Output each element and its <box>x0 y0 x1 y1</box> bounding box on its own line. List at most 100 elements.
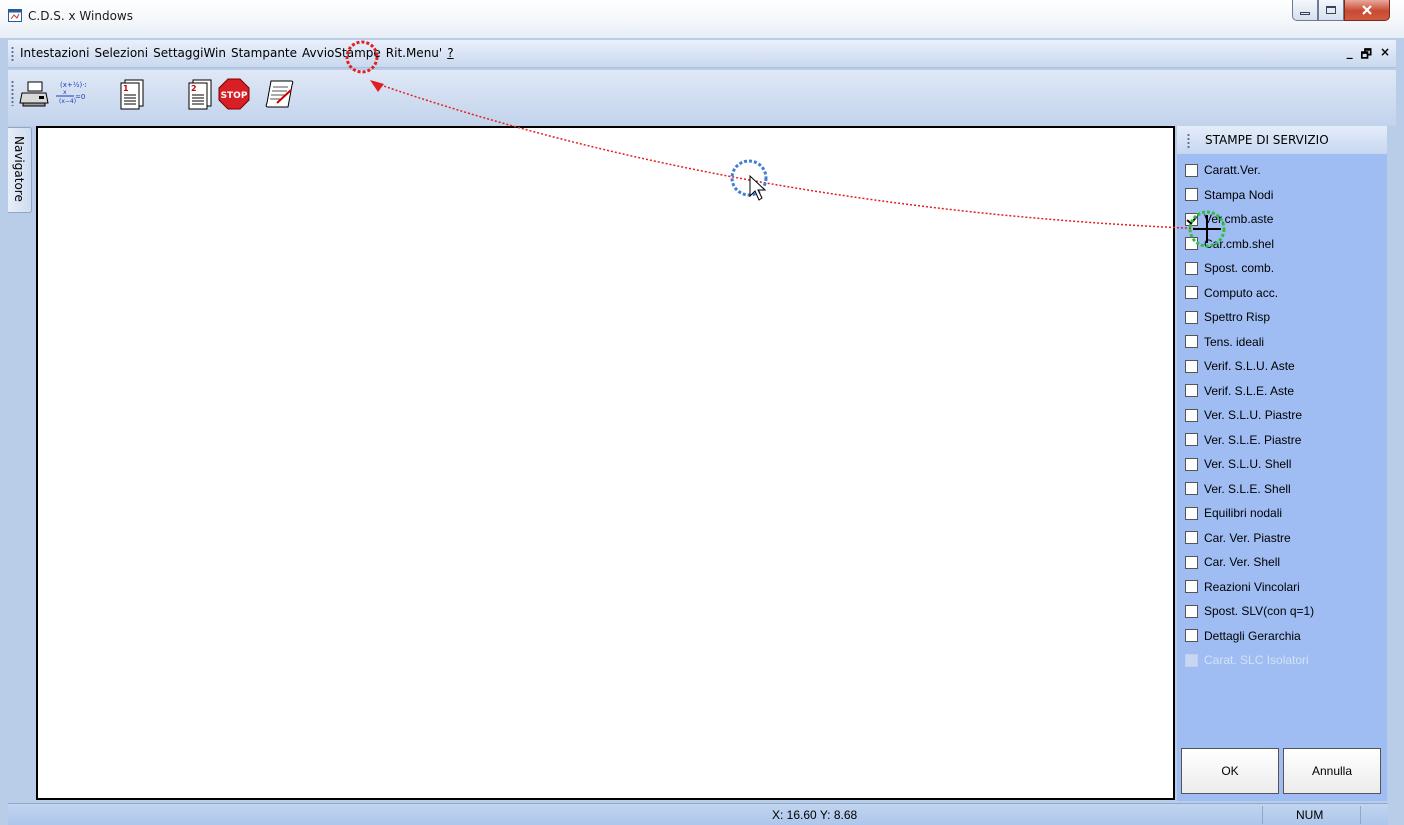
print-option-item[interactable]: Stampa Nodi <box>1185 183 1314 208</box>
checkbox[interactable] <box>1185 433 1198 447</box>
ok-button[interactable]: OK <box>1181 748 1279 794</box>
toolbar: (x+½)·x² x (x−4) =0 1 2 STOP <box>8 70 1396 126</box>
checkbox[interactable] <box>1185 384 1198 398</box>
print-button[interactable] <box>18 76 50 112</box>
checkbox[interactable] <box>1185 286 1198 300</box>
print-option-item[interactable]: Verif. S.L.E. Aste <box>1185 379 1314 404</box>
drawing-canvas[interactable] <box>36 126 1175 800</box>
maximize-button[interactable] <box>1318 0 1344 21</box>
checkbox[interactable] <box>1185 531 1198 545</box>
menu-avviostampe[interactable]: AvvioStampe <box>302 46 381 60</box>
checkbox[interactable] <box>1185 359 1198 373</box>
maximize-icon <box>1326 6 1336 14</box>
print-option-item[interactable]: Equilibri nodali <box>1185 501 1314 526</box>
print-option-item[interactable]: Ver. S.L.E. Shell <box>1185 477 1314 502</box>
print-option-label: Carat. SLC Isolatori <box>1204 653 1309 668</box>
mdi-restore-button[interactable]: 🗗 <box>1361 45 1372 66</box>
formula-icon: (x+½)·x² x (x−4) =0 <box>56 81 86 105</box>
mdi-close-button[interactable]: × <box>1380 45 1390 66</box>
checkbox[interactable] <box>1185 629 1198 643</box>
menu-selezioni[interactable]: Selezioni <box>94 46 148 60</box>
svg-text:STOP: STOP <box>221 91 248 101</box>
stop-icon: STOP <box>218 78 250 110</box>
print-option-item[interactable]: Ver. S.L.U. Shell <box>1185 452 1314 477</box>
print-option-item[interactable]: Ver.cmb.aste <box>1185 207 1314 232</box>
checkbox[interactable] <box>1185 237 1198 251</box>
print-options-list: Caratt.Ver. Stampa Nodi Ver.cmb.aste Car.cm… <box>1185 158 1314 673</box>
page-2-icon: 2 <box>188 79 212 110</box>
printer-icon <box>19 81 49 107</box>
print-option-item[interactable]: Car.cmb.shel <box>1185 232 1314 257</box>
page-1-icon: 1 <box>120 79 144 110</box>
checkbox[interactable] <box>1185 555 1198 569</box>
cursor-coordinates: X: 16.60 Y: 8.68 <box>772 808 858 822</box>
menu-help[interactable]: ? <box>447 46 453 60</box>
print-option-label: Equilibri nodali <box>1204 506 1283 521</box>
checkbox[interactable] <box>1185 482 1198 496</box>
menu-bar: Intestazioni Selezioni SettaggiWin Stamp… <box>8 40 1396 68</box>
svg-text:2: 2 <box>191 84 197 93</box>
checkbox[interactable] <box>1185 506 1198 520</box>
checkbox[interactable] <box>1185 580 1198 594</box>
checkbox[interactable] <box>1185 335 1198 349</box>
navigator-tab[interactable]: Navigatore <box>8 127 32 213</box>
checkbox[interactable] <box>1185 408 1198 422</box>
print-option-label: Verif. S.L.E. Aste <box>1204 383 1295 398</box>
status-separator <box>1262 806 1263 824</box>
checkbox[interactable] <box>1185 212 1198 226</box>
print-option-item[interactable]: Caratt.Ver. <box>1185 158 1314 183</box>
print-option-label: Spost. comb. <box>1204 261 1275 276</box>
menu-rit-menu[interactable]: Rit.Menu' <box>386 46 442 60</box>
checkbox[interactable] <box>1185 163 1198 177</box>
checkbox[interactable] <box>1185 261 1198 275</box>
print-option-item[interactable]: Spost. SLV(con q=1) <box>1185 599 1314 624</box>
menubar-grip[interactable] <box>11 46 14 62</box>
menu-stampante[interactable]: Stampante <box>231 46 297 60</box>
stop-button[interactable]: STOP <box>218 76 250 112</box>
page-1-button[interactable]: 1 <box>116 76 148 112</box>
print-option-item[interactable]: Spost. comb. <box>1185 256 1314 281</box>
print-option-item[interactable]: Dettagli Gerarchia <box>1185 624 1314 649</box>
checkbox[interactable] <box>1185 604 1198 618</box>
formula-button[interactable]: (x+½)·x² x (x−4) =0 <box>54 76 86 112</box>
panel-header: STAMPE DI SERVIZIO <box>1177 126 1387 154</box>
scroll-edit-button[interactable] <box>264 76 296 112</box>
panel-grip[interactable] <box>1187 133 1190 149</box>
window-title-bar: C.D.S. x Windows <box>0 0 1404 38</box>
minimize-button[interactable] <box>1292 0 1318 21</box>
menu-settaggiwin[interactable]: SettaggiWin <box>153 46 226 60</box>
mdi-minimize-button[interactable]: _ <box>1347 45 1353 66</box>
checkbox[interactable] <box>1185 457 1198 471</box>
print-option-item[interactable]: Spettro Risp <box>1185 305 1314 330</box>
print-option-label: Spost. SLV(con q=1) <box>1204 604 1315 619</box>
checkbox[interactable] <box>1185 188 1198 202</box>
print-option-item[interactable]: Verif. S.L.U. Aste <box>1185 354 1314 379</box>
print-option-item[interactable]: Car. Ver. Shell <box>1185 550 1314 575</box>
print-option-item[interactable]: Ver. S.L.U. Piastre <box>1185 403 1314 428</box>
print-option-label: Reazioni Vincolari <box>1204 579 1300 594</box>
svg-text:=0: =0 <box>75 93 85 101</box>
print-option-item[interactable]: Computo acc. <box>1185 281 1314 306</box>
close-button[interactable] <box>1344 0 1390 21</box>
print-option-item[interactable]: Car. Ver. Piastre <box>1185 526 1314 551</box>
menu-intestazioni[interactable]: Intestazioni <box>20 46 89 60</box>
print-option-item[interactable]: Tens. ideali <box>1185 330 1314 355</box>
page-2-button[interactable]: 2 <box>184 76 216 112</box>
navigator-label: Navigatore <box>12 136 26 202</box>
print-option-label: Spettro Risp <box>1204 310 1271 325</box>
print-option-item[interactable]: Reazioni Vincolari <box>1185 575 1314 600</box>
print-option-label: Ver. S.L.U. Shell <box>1204 457 1292 472</box>
scroll-edit-icon <box>265 80 294 108</box>
window-title: C.D.S. x Windows <box>28 9 133 23</box>
checkbox[interactable] <box>1185 310 1198 324</box>
app-window-icon <box>8 9 22 22</box>
print-option-label: Ver. S.L.U. Piastre <box>1204 408 1303 423</box>
print-option-item: Carat. SLC Isolatori <box>1185 648 1314 673</box>
print-option-item[interactable]: Ver. S.L.E. Piastre <box>1185 428 1314 453</box>
svg-text:(x−4): (x−4) <box>59 98 76 105</box>
toolbar-grip[interactable] <box>11 80 14 106</box>
print-option-label: Dettagli Gerarchia <box>1204 628 1301 643</box>
checkbox <box>1185 653 1198 667</box>
menu-items: Intestazioni Selezioni SettaggiWin Stamp… <box>20 46 459 60</box>
cancel-button[interactable]: Annulla <box>1283 748 1381 794</box>
